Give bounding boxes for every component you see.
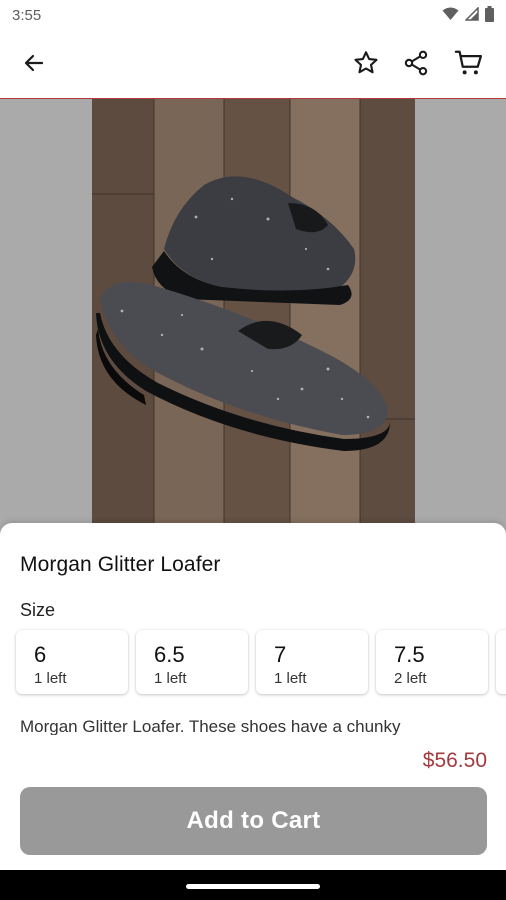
cart-icon bbox=[454, 48, 484, 83]
cart-button[interactable] bbox=[449, 45, 489, 85]
share-icon bbox=[402, 49, 430, 82]
size-stock: 1 left bbox=[154, 670, 187, 687]
battery-icon bbox=[485, 5, 494, 27]
size-value: 6 bbox=[34, 642, 47, 667]
back-arrow-icon bbox=[22, 51, 46, 80]
product-photo[interactable] bbox=[92, 99, 415, 539]
share-button[interactable] bbox=[396, 45, 436, 85]
size-stock: 1 left bbox=[274, 670, 307, 687]
purchase-footer: $56.50 Add to Cart bbox=[0, 735, 506, 870]
system-navigation-bar bbox=[0, 870, 506, 900]
size-stock: 1 left bbox=[34, 670, 67, 687]
signal-icon bbox=[464, 5, 479, 26]
favorite-button[interactable] bbox=[346, 45, 386, 85]
back-button[interactable] bbox=[14, 45, 54, 85]
add-to-cart-button[interactable]: Add to Cart bbox=[20, 787, 487, 855]
size-option-next-partial[interactable] bbox=[496, 630, 506, 694]
size-value: 7.5 bbox=[394, 642, 425, 667]
home-indicator[interactable] bbox=[186, 884, 320, 889]
size-option-7-5[interactable]: 7.5 2 left bbox=[376, 630, 488, 694]
status-bar: 3:55 bbox=[0, 0, 506, 32]
wifi-icon bbox=[442, 7, 459, 26]
size-stock: 2 left bbox=[394, 670, 427, 687]
product-detail-screen: 3:55 Morgan Glitter Loafer Size 6 1 left… bbox=[0, 0, 506, 900]
size-option-7[interactable]: 7 1 left bbox=[256, 630, 368, 694]
product-info-sheet: Morgan Glitter Loafer Size 6 1 left 6.5 … bbox=[0, 523, 506, 735]
size-value: 7 bbox=[274, 642, 287, 667]
size-option-6-5[interactable]: 6.5 1 left bbox=[136, 630, 248, 694]
product-description: Morgan Glitter Loafer. These shoes have … bbox=[20, 717, 401, 735]
size-heading: Size bbox=[20, 600, 56, 620]
product-image-area bbox=[0, 99, 506, 539]
product-price: $56.50 bbox=[422, 749, 487, 772]
size-options: 6 1 left 6.5 1 left 7 1 left 7.5 2 left bbox=[16, 630, 506, 698]
star-icon bbox=[352, 49, 380, 82]
status-time: 3:55 bbox=[12, 7, 42, 24]
status-icons bbox=[442, 5, 494, 27]
size-value: 6.5 bbox=[154, 642, 185, 667]
size-option-6[interactable]: 6 1 left bbox=[16, 630, 128, 694]
product-title: Morgan Glitter Loafer bbox=[20, 553, 221, 576]
app-bar bbox=[0, 32, 506, 99]
